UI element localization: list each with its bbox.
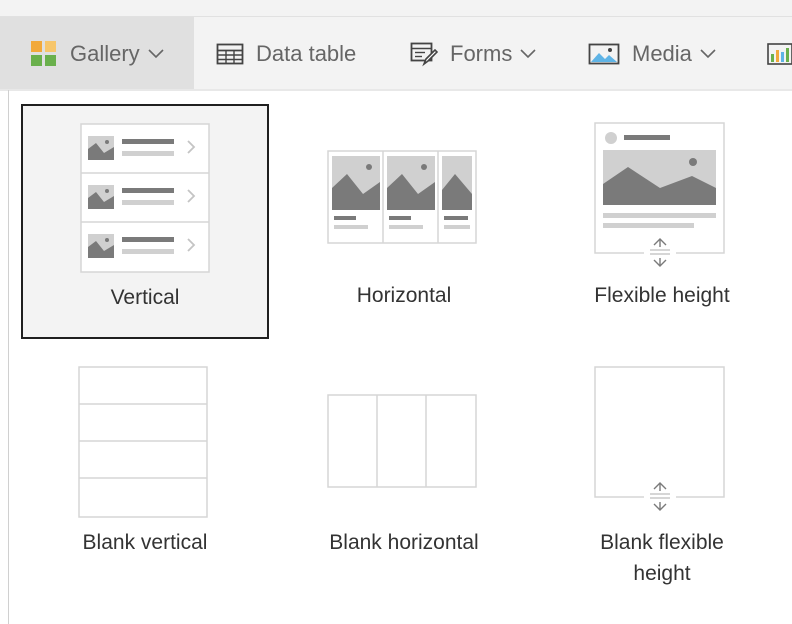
vertical-gallery-icon [80,123,210,273]
window-top-strip [0,0,792,16]
gallery-option-label-line1: Blank flexible [600,531,724,554]
chart-icon [766,42,792,66]
data-table-label: Data table [256,40,357,66]
chevron-down-icon [520,48,536,59]
gallery-option-label: Blank vertical [82,531,208,554]
horizontal-gallery-icon [327,150,477,244]
insert-toolbar: Gallery Data table Forms Media [0,16,792,90]
gallery-option-label: Vertical [110,286,180,309]
form-icon [410,41,438,67]
blank-flexible-height-gallery-icon [594,366,725,516]
gallery-option-label: Blank horizontal [329,531,479,554]
blank-horizontal-gallery-icon [327,394,477,488]
gallery-option-blank-vertical[interactable]: Blank vertical [21,357,269,592]
gallery-option-horizontal[interactable]: Horizontal [280,104,528,339]
gallery-option-blank-flexible-height[interactable]: Blank flexible height [538,357,786,617]
charts-menu-button[interactable] [766,17,792,90]
gallery-menu-button[interactable]: Gallery [0,17,194,90]
gallery-option-label-line2: height [633,562,691,585]
gallery-option-vertical[interactable]: Vertical [21,104,269,339]
media-menu-label: Media [632,40,692,66]
gallery-option-label: Horizontal [356,284,452,307]
forms-menu-button[interactable]: Forms [410,17,536,90]
flexible-height-gallery-icon [594,122,725,268]
panel-left-edge [8,90,9,624]
image-icon [588,43,620,65]
gallery-option-label: Blank flexible height [538,527,786,589]
blank-vertical-gallery-icon [78,366,208,518]
gallery-layout-flyout: Vertical Horizontal Flexible height Blan… [10,91,792,624]
gallery-option-blank-horizontal[interactable]: Blank horizontal [280,357,528,592]
chevron-down-icon [700,48,716,59]
gallery-menu-label: Gallery [70,40,140,66]
media-menu-button[interactable]: Media [588,17,716,90]
data-table-button[interactable]: Data table [216,17,356,90]
forms-menu-label: Forms [450,40,513,66]
table-icon [216,42,244,66]
gallery-option-label: Flexible height [594,284,730,307]
gallery-option-flexible-height[interactable]: Flexible height [538,104,786,339]
chevron-down-icon [148,48,164,59]
gallery-icon [30,40,58,68]
